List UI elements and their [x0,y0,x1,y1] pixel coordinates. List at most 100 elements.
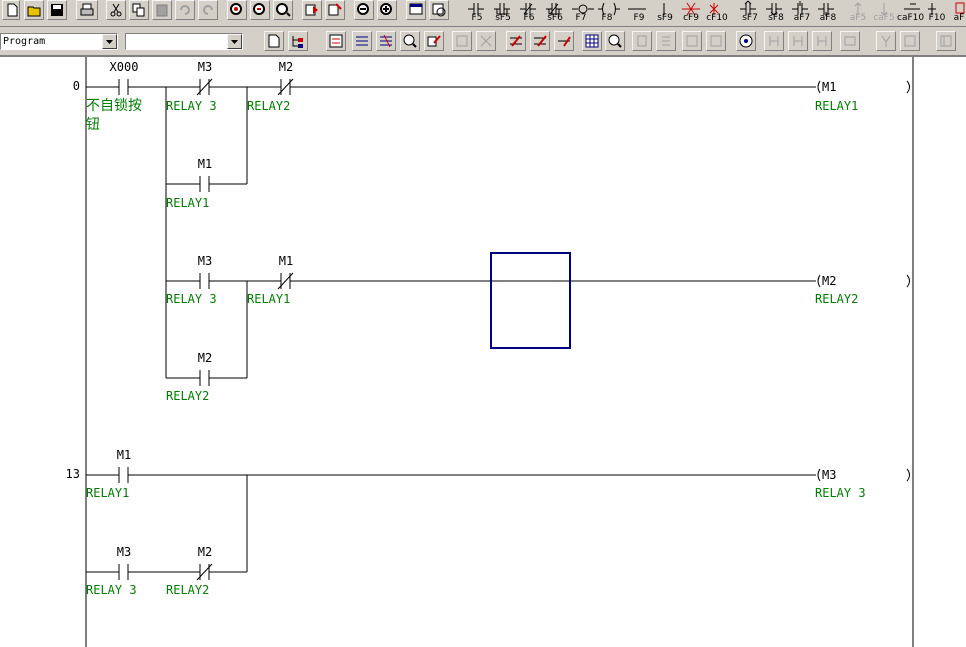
fkey-label[interactable]: aF7 [789,14,815,23]
contact-comment: RELAY1 [86,486,129,500]
sfc-view-icon[interactable] [376,31,396,51]
convert-all-icon[interactable] [530,31,550,51]
plc-diagnostic-icon[interactable] [736,31,756,51]
edit-cursor[interactable] [490,252,571,349]
fkey-label[interactable]: sF6 [542,14,568,23]
grid-table-icon[interactable] [582,31,602,51]
chevron-down-icon[interactable] [227,34,242,49]
contact-label: M2 [279,60,293,74]
disabled-tool-icon[interactable] [936,31,956,51]
step-number: 0 [73,79,80,93]
coil-comment: RELAY 3 [815,486,866,500]
edit-pen-icon[interactable] [424,31,444,51]
contact-comment: 钮 [86,117,100,133]
fkey-label[interactable]: F9 [626,14,652,23]
fkey-label[interactable]: sF9 [652,14,678,23]
mode-select-value: Program [3,36,46,47]
fkey-label[interactable]: F7 [568,14,594,23]
fkey-label[interactable]: sF7 [737,14,763,23]
ladder-view-icon[interactable] [326,31,346,51]
disabled-tool-icon[interactable] [788,31,808,51]
search-icon[interactable] [605,31,625,51]
coil-comment: RELAY1 [815,99,858,113]
disabled-tool-icon[interactable] [632,31,652,51]
fkey-label[interactable]: F5 [464,14,490,23]
convert-icon[interactable] [506,31,526,51]
contact-comment: RELAY1 [247,292,290,306]
copy-button[interactable] [129,0,149,20]
mode-select[interactable]: Program [0,33,118,50]
zoom-out-icon[interactable] [354,0,374,20]
rung-2 [165,272,910,386]
open-folder-button[interactable] [24,0,44,20]
contact-comment: RELAY 3 [166,99,217,113]
contact-label: M2 [198,545,212,559]
disabled-tool-icon[interactable] [656,31,676,51]
coil-label: M3 [822,468,836,482]
contact-comment: RELAY2 [247,99,290,113]
contact-label: M1 [198,157,212,171]
fkey-label[interactable]: aF5 [845,14,871,23]
fkey-label[interactable]: cF10 [704,14,730,23]
find-device-icon[interactable] [227,0,247,20]
contact-label: M3 [198,60,212,74]
contact-label: M1 [117,448,131,462]
disabled-tool-icon[interactable] [706,31,726,51]
fkey-label[interactable]: sF5 [490,14,516,23]
print-button[interactable] [76,0,98,20]
fkey-label[interactable]: aF8 [815,14,841,23]
coil-label: M1 [822,80,836,94]
chevron-down-icon[interactable] [102,34,117,49]
fkey-label[interactable]: F6 [516,14,542,23]
contact-comment: RELAY 3 [166,292,217,306]
disabled-tool-icon[interactable] [840,31,860,51]
ladder-diagram[interactable]: 0 13 X000 不自锁按 钮 M3 RELAY 3 M2 RELAY2 M1… [0,57,966,647]
disabled-tool-icon[interactable] [452,31,472,51]
fkey-label[interactable]: aF [946,14,966,23]
fkey-label[interactable]: sF8 [763,14,789,23]
contact-label: M2 [198,351,212,365]
fkey-label[interactable]: caF5 [871,14,897,23]
disabled-tool-icon[interactable] [812,31,832,51]
undo-button[interactable] [175,0,195,20]
find-step-icon[interactable] [273,0,293,20]
contact-comment: RELAY1 [166,196,209,210]
fkey-label[interactable]: caF10 [897,14,924,23]
disabled-tool-icon[interactable] [682,31,702,51]
monitor-start-icon[interactable] [302,0,322,20]
coil-comment: RELAY2 [815,292,858,306]
secondary-toolbar: Program [0,27,966,57]
contact-comment: 不自锁按 [86,98,142,114]
rung-3 [86,467,910,581]
contact-comment: RELAY 3 [86,583,137,597]
instruction-list-icon[interactable] [352,31,372,51]
redo-button[interactable] [198,0,218,20]
monitor-write-icon[interactable] [325,0,345,20]
fkey-label[interactable]: cF9 [678,14,704,23]
disabled-tool-icon[interactable] [876,31,896,51]
step-number: 13 [66,467,80,481]
cut-button[interactable] [106,0,126,20]
window-toggle-icon[interactable] [406,0,426,20]
find-instruction-icon[interactable] [250,0,270,20]
comment-edit-icon[interactable] [554,31,574,51]
contact-label: M1 [279,254,293,268]
disabled-tool-icon[interactable] [900,31,920,51]
zoom-in-icon[interactable] [377,0,397,20]
save-button[interactable] [47,0,67,20]
program-block-select[interactable] [125,33,243,50]
disabled-tool-icon[interactable] [476,31,496,51]
document-icon[interactable] [264,31,284,51]
contact-label: X000 [110,60,139,74]
contact-label: M3 [198,254,212,268]
contact-label: M3 [117,545,131,559]
fkey-label[interactable]: F8 [594,14,620,23]
new-file-button[interactable] [2,0,20,20]
project-tree-icon[interactable] [288,31,308,51]
contact-comment: RELAY2 [166,583,209,597]
device-monitor-icon[interactable] [400,31,420,51]
comment-view-icon[interactable] [429,0,449,20]
disabled-tool-icon[interactable] [764,31,784,51]
contact-comment: RELAY2 [166,389,209,403]
paste-button[interactable] [152,0,172,20]
